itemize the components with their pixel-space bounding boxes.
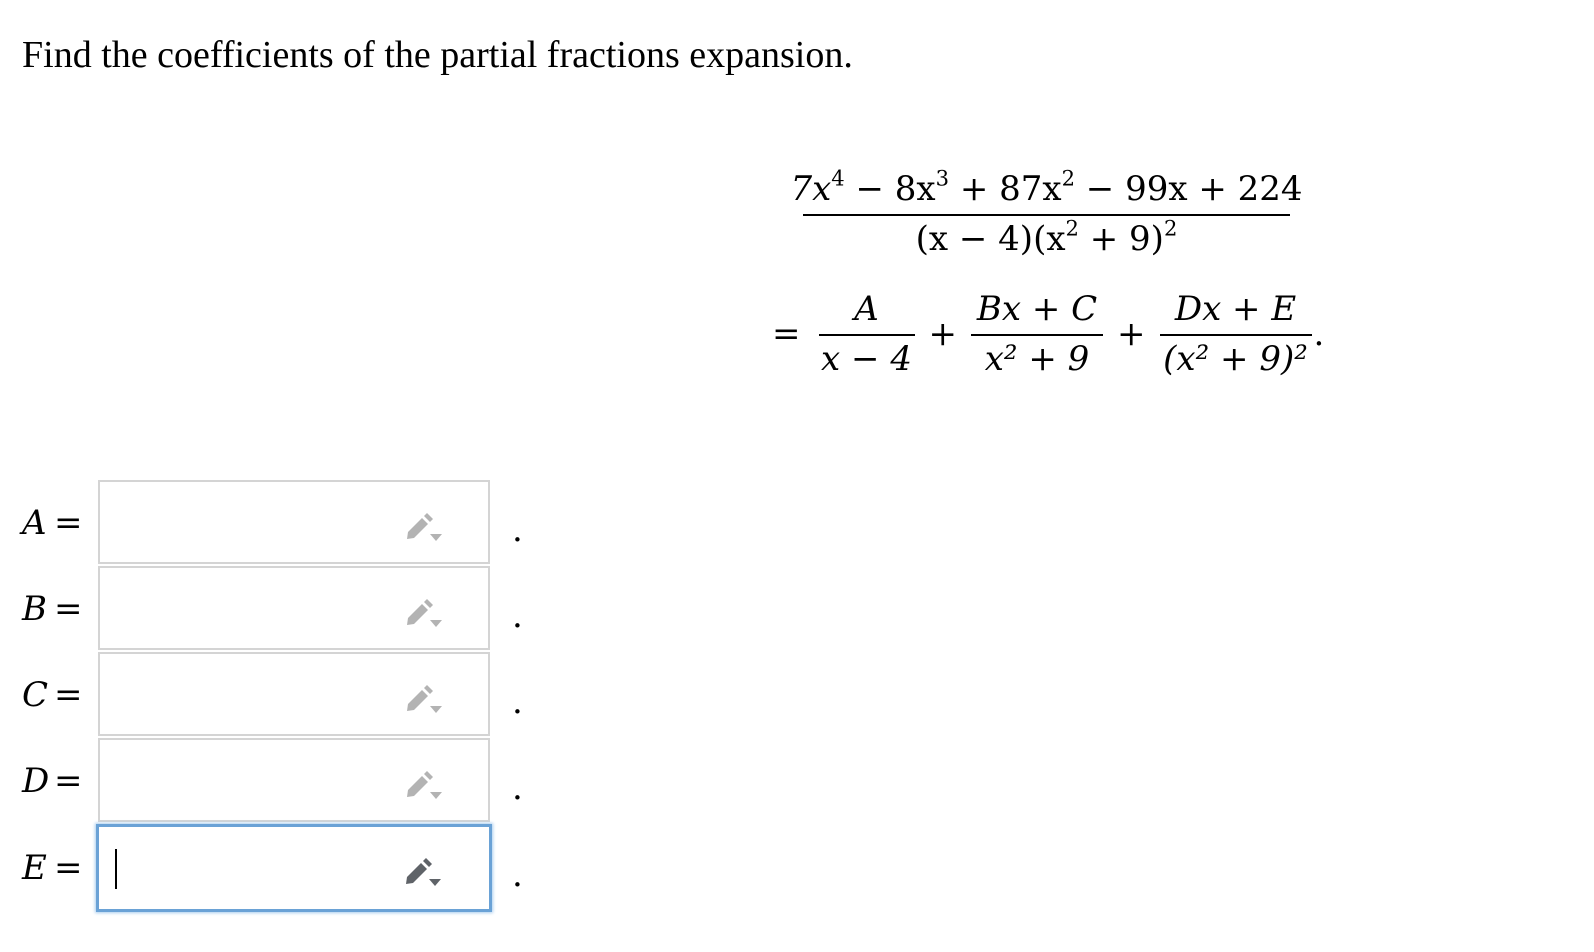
variable-label: C: [22, 675, 49, 715]
question-prompt: Find the coefficients of the partial fra…: [22, 34, 853, 76]
answer-input-c[interactable]: [98, 652, 490, 736]
pencil-dropdown-icon[interactable]: [403, 855, 443, 887]
term-a-denominator: x − 4: [821, 339, 912, 379]
term-bc-denominator: x² + 9: [984, 339, 1090, 379]
answer-row-c: C = .: [22, 652, 542, 738]
plus-sign: +: [1117, 314, 1146, 354]
equals-sign: =: [54, 761, 83, 801]
equals-sign: =: [54, 589, 83, 629]
pencil-dropdown-icon[interactable]: [404, 596, 444, 628]
answer-input-e[interactable]: [96, 824, 492, 912]
answer-row-e: E = .: [22, 824, 542, 912]
term-a-fraction: A x − 4: [818, 289, 915, 379]
text-cursor: [115, 849, 117, 889]
row-period: .: [512, 768, 523, 808]
lhs-fraction: 7x4 − 8x3 + 87x2 − 99x + 224 (x − 4)(x2 …: [790, 167, 1302, 259]
row-period: .: [512, 682, 523, 722]
variable-label: E: [22, 848, 47, 888]
row-period: .: [512, 596, 523, 636]
answer-input-b[interactable]: [98, 566, 490, 650]
answer-input-d[interactable]: [98, 738, 490, 822]
term-de-denominator: (x² + 9)²: [1163, 339, 1308, 379]
lhs-denominator: (x − 4)(x2 + 9)2: [915, 215, 1178, 259]
pencil-dropdown-icon[interactable]: [404, 510, 444, 542]
row-period: .: [512, 855, 523, 895]
term-bc-numerator: Bx + C: [976, 289, 1098, 329]
term-de-fraction: Dx + E (x² + 9)²: [1159, 289, 1312, 379]
equals-sign: =: [54, 675, 83, 715]
term-a-numerator: A: [854, 289, 879, 329]
row-period: .: [512, 510, 523, 550]
variable-label: B: [22, 589, 47, 629]
term-de-numerator: Dx + E: [1174, 289, 1297, 329]
equals-sign: =: [772, 314, 801, 354]
pencil-dropdown-icon[interactable]: [404, 768, 444, 800]
end-period: .: [1313, 314, 1325, 354]
variable-label: D: [22, 761, 50, 801]
answer-row-b: B = .: [22, 566, 542, 652]
answer-row-a: A = .: [22, 480, 542, 566]
equals-sign: =: [54, 503, 83, 543]
equals-sign: =: [54, 848, 83, 888]
plus-sign: +: [928, 314, 958, 354]
answer-row-d: D = .: [22, 738, 542, 824]
term-bc-fraction: Bx + C x² + 9: [971, 292, 1103, 376]
lhs-numerator: 7x4 − 8x3 + 87x2 − 99x + 224: [790, 165, 1303, 209]
variable-label: A: [22, 503, 47, 543]
rhs-expansion: = A x − 4 + Bx + C x² + 9 + Dx + E (x² +…: [772, 292, 1324, 376]
answer-input-a[interactable]: [98, 480, 490, 564]
pencil-dropdown-icon[interactable]: [404, 682, 444, 714]
